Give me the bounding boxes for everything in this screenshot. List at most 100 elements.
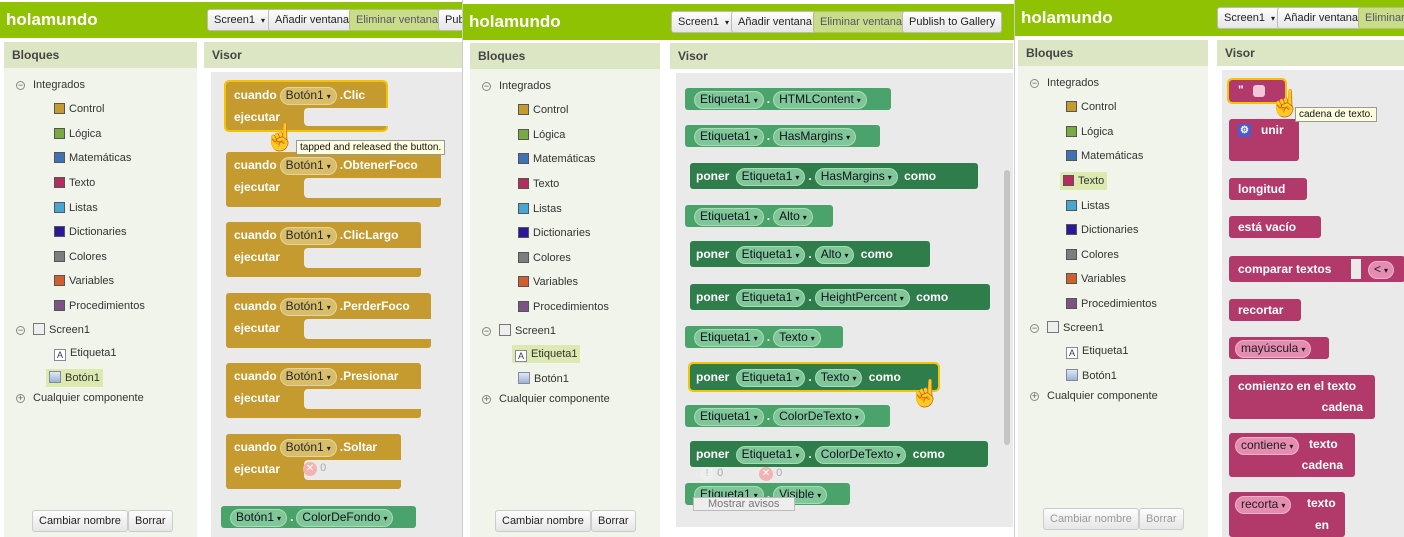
join-block[interactable]: ⚙ unir	[1229, 119, 1299, 161]
component-dropdown[interactable]: Etiqueta1 ▾	[694, 91, 764, 109]
collapse-icon[interactable]: −	[482, 82, 491, 91]
expand-icon[interactable]: +	[482, 395, 491, 404]
warnings-indicator[interactable]: ! 0	[700, 467, 723, 481]
collapse-icon[interactable]: −	[1030, 79, 1039, 88]
show-warnings-button[interactable]: Mostrar avisos	[693, 497, 795, 511]
tree-item-etiqueta1[interactable]: A Etiqueta1	[54, 344, 116, 362]
property-dropdown[interactable]: HasMargins ▾	[773, 128, 857, 146]
component-dropdown[interactable]: Botón1 ▾	[279, 87, 337, 105]
property-dropdown[interactable]: ColorDeFondo ▾	[296, 509, 394, 527]
event-block-presionar[interactable]: cuando Botón1 ▾ .Presionar ejecutar	[226, 363, 424, 418]
blocks-workspace[interactable]: Etiqueta1 ▾. HTMLContent ▾ Etiqueta1 ▾. HasMar…	[676, 73, 1013, 527]
add-screen-button[interactable]: Añadir ventana	[731, 11, 819, 33]
delete-button[interactable]: Borrar	[128, 510, 173, 532]
tree-item-boton1[interactable]: Botón1	[46, 369, 103, 387]
event-block-obtenerfoco[interactable]: cuando Botón1 ▾ .ObtenerFoco ejecutar	[226, 152, 444, 207]
length-block[interactable]: longitud	[1229, 178, 1307, 200]
property-dropdown[interactable]: Alto ▾	[773, 208, 813, 226]
tree-screen1[interactable]: − Screen1	[16, 321, 90, 339]
tree-item-colores[interactable]: Colores	[518, 249, 571, 267]
collapse-icon[interactable]: −	[16, 326, 25, 335]
tree-item-dictionaries[interactable]: Dictionaries	[518, 224, 590, 242]
tree-item-control[interactable]: Control	[1066, 98, 1116, 116]
tree-integrados[interactable]: − Integrados	[1030, 74, 1099, 92]
tree-item-control[interactable]: Control	[54, 100, 104, 118]
is-empty-block[interactable]: está vacío	[1229, 216, 1321, 238]
tree-item-procedimientos[interactable]: Procedimientos	[518, 298, 609, 316]
tree-any-component[interactable]: + Cualquier componente	[16, 389, 144, 407]
contains-block[interactable]: contiene ▾ texto cadena	[1229, 433, 1355, 477]
setter-block-heightpercent[interactable]: poner Etiqueta1 ▾. HeightPercent ▾ como	[690, 284, 990, 310]
errors-indicator[interactable]: ✕ 0	[759, 467, 782, 481]
property-dropdown[interactable]: HeightPercent ▾	[814, 289, 910, 307]
add-screen-button[interactable]: Añadir ventana	[268, 9, 356, 31]
property-dropdown[interactable]: HasMargins ▾	[814, 168, 898, 186]
string-field[interactable]	[1253, 85, 1265, 97]
tree-item-listas[interactable]: Listas	[54, 199, 98, 217]
tree-item-control[interactable]: Control	[518, 101, 568, 119]
setter-block-texto[interactable]: poner Etiqueta1 ▾. Texto ▾ como	[688, 362, 940, 392]
component-dropdown[interactable]: Etiqueta1 ▾	[735, 168, 806, 186]
tree-item-dictionaries[interactable]: Dictionaries	[1066, 221, 1138, 239]
remove-screen-button[interactable]: Eliminar ventana	[813, 11, 909, 33]
tree-item-logica[interactable]: Lógica	[518, 126, 565, 144]
tree-item-dictionaries[interactable]: Dictionaries	[54, 223, 126, 241]
setter-block-alto[interactable]: poner Etiqueta1 ▾. Alto ▾ como	[690, 241, 930, 267]
collapse-icon[interactable]: −	[16, 81, 25, 90]
case-dropdown[interactable]: mayúscula ▾	[1235, 340, 1312, 358]
component-dropdown[interactable]: Botón1 ▾	[279, 227, 337, 245]
blocks-flyout[interactable]: " ⚙ unir longitud está vacío comparar te…	[1222, 70, 1404, 537]
component-dropdown[interactable]: Etiqueta1 ▾	[735, 289, 806, 307]
expand-icon[interactable]: +	[16, 394, 25, 403]
getter-block-htmlcontent[interactable]: Etiqueta1 ▾. HTMLContent ▾	[685, 88, 891, 110]
tree-item-matematicas[interactable]: Matemáticas	[54, 149, 131, 167]
trim-block[interactable]: recortar	[1229, 299, 1301, 321]
tree-item-listas[interactable]: Listas	[518, 200, 562, 218]
component-dropdown[interactable]: Botón1 ▾	[279, 157, 337, 175]
tree-screen1[interactable]: − Screen1	[1030, 319, 1104, 337]
publish-button[interactable]: Publish to Gallery	[438, 9, 462, 31]
getter-block-alto[interactable]: Etiqueta1 ▾. Alto ▾	[685, 205, 833, 227]
component-dropdown[interactable]: Botón1 ▾	[279, 439, 337, 457]
property-dropdown[interactable]: Alto ▾	[814, 246, 855, 264]
component-dropdown[interactable]: Etiqueta1 ▾	[694, 128, 764, 146]
split-mode-dropdown[interactable]: recorta ▾	[1235, 496, 1292, 514]
component-dropdown[interactable]: Botón1 ▾	[230, 509, 288, 527]
tree-any-component[interactable]: + Cualquier componente	[1030, 387, 1158, 405]
collapse-icon[interactable]: −	[1030, 324, 1039, 333]
getter-block-colordefondo[interactable]: Botón1 ▾. ColorDeFondo ▾	[221, 506, 416, 528]
property-dropdown[interactable]: ColorDeTexto ▾	[814, 446, 907, 464]
add-screen-button[interactable]: Añadir ventana	[1277, 7, 1365, 29]
tree-item-procedimientos[interactable]: Procedimientos	[1066, 295, 1157, 313]
publish-button[interactable]: Publish to Gallery	[902, 11, 1003, 33]
setter-block-colordetexto[interactable]: poner Etiqueta1 ▾. ColorDeTexto ▾ como	[690, 441, 988, 467]
compare-operator-dropdown[interactable]: < ▾	[1368, 261, 1395, 279]
tree-item-matematicas[interactable]: Matemáticas	[518, 150, 595, 168]
component-dropdown[interactable]: Botón1 ▾	[279, 368, 337, 386]
screen-select[interactable]: Screen1 ▾	[207, 9, 273, 31]
rename-button[interactable]: Cambiar nombre	[32, 510, 128, 532]
mutator-gear-icon[interactable]: ⚙	[1238, 124, 1251, 137]
tree-item-boton1[interactable]: Botón1	[518, 370, 569, 388]
property-dropdown[interactable]: ColorDeTexto ▾	[773, 408, 865, 426]
tree-item-logica[interactable]: Lógica	[1066, 123, 1113, 141]
tree-integrados[interactable]: − Integrados	[16, 76, 85, 94]
tree-item-matematicas[interactable]: Matemáticas	[1066, 147, 1143, 165]
getter-block-colordetexto[interactable]: Etiqueta1 ▾. ColorDeTexto ▾	[685, 405, 890, 427]
upcase-block[interactable]: mayúscula ▾	[1229, 337, 1329, 359]
tree-item-variables[interactable]: Variables	[54, 272, 114, 290]
component-dropdown[interactable]: Etiqueta1 ▾	[694, 208, 764, 226]
getter-block-hasmargins[interactable]: Etiqueta1 ▾. HasMargins ▾	[685, 125, 880, 147]
compare-block[interactable]: comparar textos < ▾	[1229, 256, 1404, 282]
expand-icon[interactable]: +	[1030, 392, 1039, 401]
tree-item-colores[interactable]: Colores	[54, 248, 107, 266]
delete-button[interactable]: Borrar	[591, 510, 636, 532]
tree-item-texto[interactable]: Texto	[1060, 172, 1108, 190]
tree-item-texto[interactable]: Texto	[54, 174, 95, 192]
property-dropdown[interactable]: HTMLContent ▾	[773, 91, 867, 109]
setter-block-hasmargins[interactable]: poner Etiqueta1 ▾. HasMargins ▾ como	[690, 163, 978, 189]
rename-button[interactable]: Cambiar nombre	[1043, 508, 1139, 530]
split-block[interactable]: recorta ▾ texto en	[1229, 492, 1345, 537]
rename-button[interactable]: Cambiar nombre	[495, 510, 591, 532]
screen-select[interactable]: Screen1 ▾	[1217, 7, 1283, 29]
